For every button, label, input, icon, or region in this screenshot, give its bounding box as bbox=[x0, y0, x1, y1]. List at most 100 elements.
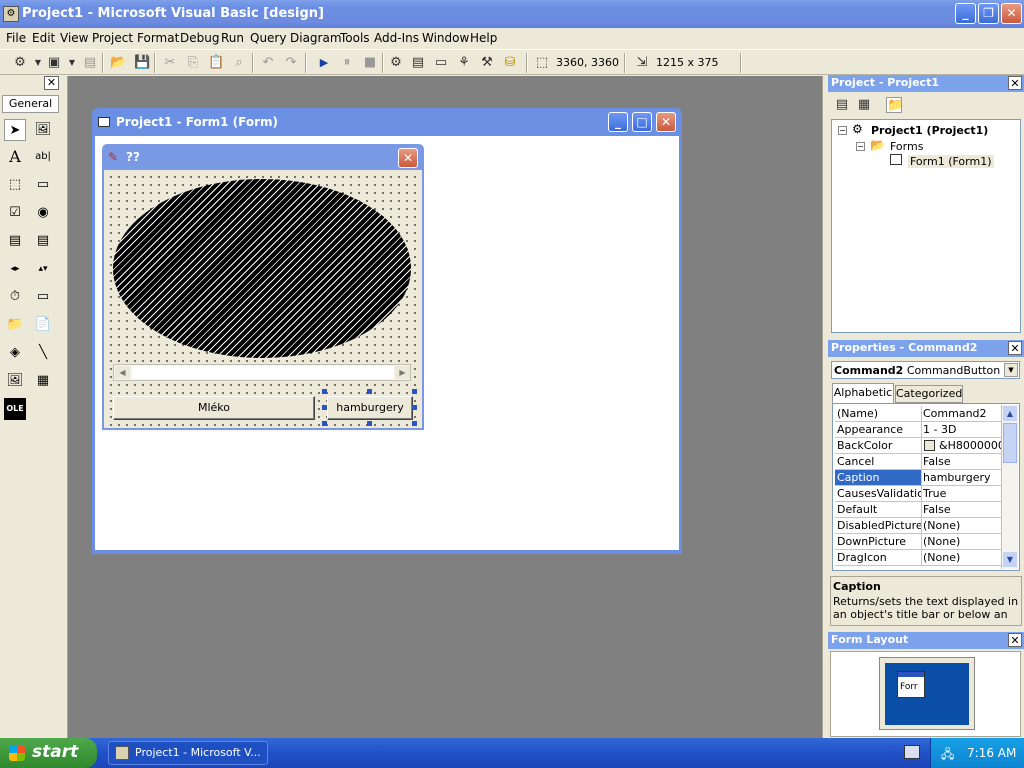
break-icon[interactable]: ⏸ bbox=[339, 55, 355, 71]
checkbox-icon[interactable]: ☑ bbox=[4, 202, 26, 224]
start-icon[interactable]: ▶ bbox=[316, 55, 332, 71]
menu-diagram[interactable]: Diagram bbox=[290, 31, 342, 45]
selection-handle[interactable] bbox=[412, 389, 417, 394]
dropdown-arrow-icon[interactable]: ▼ bbox=[64, 55, 80, 71]
form-layout-icon[interactable]: ▭ bbox=[433, 55, 449, 71]
ellipse-shape[interactable] bbox=[113, 179, 411, 358]
toolbox-tab-general[interactable]: General bbox=[2, 95, 59, 113]
project-explorer-icon[interactable]: ⚙ bbox=[388, 55, 404, 71]
drivelistbox-icon[interactable]: ▭ bbox=[32, 286, 54, 308]
dropdown-arrow-icon[interactable]: ▼ bbox=[30, 55, 46, 71]
scroll-right-icon[interactable]: ▶ bbox=[395, 366, 410, 379]
ole-icon[interactable]: OLE bbox=[4, 398, 26, 420]
chevron-down-icon[interactable]: ▼ bbox=[1004, 363, 1018, 377]
textbox-icon[interactable]: ab| bbox=[32, 146, 54, 168]
end-icon[interactable]: ■ bbox=[362, 55, 378, 71]
property-value[interactable]: False bbox=[923, 503, 1003, 516]
close-button[interactable]: ✕ bbox=[1001, 3, 1022, 24]
selection-handle[interactable] bbox=[412, 421, 417, 426]
image-icon[interactable]: 🖼 bbox=[4, 370, 26, 392]
taskbar-task-vb[interactable]: Project1 - Microsoft V... bbox=[108, 741, 268, 765]
properties-window-icon[interactable]: ▤ bbox=[410, 55, 426, 71]
property-row-selected[interactable]: Caption hamburgery bbox=[835, 470, 1001, 486]
keyboard-icon[interactable] bbox=[904, 745, 920, 759]
view-code-icon[interactable]: ▤ bbox=[834, 97, 850, 113]
combobox-icon[interactable]: ▤ bbox=[4, 230, 26, 252]
commandbutton-icon[interactable]: ▭ bbox=[32, 174, 54, 196]
undo-icon[interactable]: ↶ bbox=[260, 55, 276, 71]
property-value[interactable]: (None) bbox=[923, 551, 1003, 564]
dirlistbox-icon[interactable]: 📁 bbox=[4, 314, 26, 336]
menu-help[interactable]: Help bbox=[470, 31, 497, 45]
toggle-folders-icon[interactable]: 📁 bbox=[886, 97, 903, 113]
tree-collapse-icon[interactable]: − bbox=[856, 142, 865, 151]
view-object-icon[interactable]: ▦ bbox=[856, 97, 872, 113]
redo-icon[interactable]: ↷ bbox=[283, 55, 299, 71]
property-value[interactable]: hamburgery bbox=[923, 471, 1003, 484]
vb-app-icon[interactable]: ⚙ bbox=[3, 6, 19, 22]
property-row[interactable]: (Name) Command2 bbox=[835, 406, 1001, 422]
menu-format[interactable]: Format bbox=[137, 31, 179, 45]
toolbox-icon[interactable]: ⚒ bbox=[479, 55, 495, 71]
filelistbox-icon[interactable]: 📄 bbox=[32, 314, 54, 336]
listbox-icon[interactable]: ▤ bbox=[32, 230, 54, 252]
cut-icon[interactable]: ✂ bbox=[162, 55, 178, 71]
selection-handle[interactable] bbox=[367, 421, 372, 426]
selection-handle[interactable] bbox=[367, 389, 372, 394]
menu-view[interactable]: View bbox=[60, 31, 88, 45]
copy-icon[interactable]: ⎘ bbox=[185, 55, 201, 71]
menu-edit[interactable]: Edit bbox=[32, 31, 55, 45]
property-value[interactable]: Command2 bbox=[923, 407, 1003, 420]
property-value[interactable]: False bbox=[923, 455, 1003, 468]
object-browser-icon[interactable]: ⚘ bbox=[456, 55, 472, 71]
scroll-left-icon[interactable]: ◀ bbox=[115, 366, 130, 379]
menu-project[interactable]: Project bbox=[92, 31, 133, 45]
optionbutton-icon[interactable]: ◉ bbox=[32, 202, 54, 224]
main-title-bar[interactable]: ⚙ Project1 - Microsoft Visual Basic [des… bbox=[0, 0, 1024, 28]
save-project-icon[interactable]: 💾 bbox=[134, 55, 150, 71]
properties-panel-close-icon[interactable]: ✕ bbox=[1008, 341, 1022, 355]
property-row[interactable]: CausesValidationTrue bbox=[835, 486, 1001, 502]
project-panel-close-icon[interactable]: ✕ bbox=[1008, 76, 1022, 90]
selection-handle[interactable] bbox=[322, 405, 327, 410]
property-row[interactable]: DownPicture (None) bbox=[835, 534, 1001, 550]
property-row[interactable]: DisabledPicture (None) bbox=[835, 518, 1001, 534]
property-row[interactable]: Appearance 1 - 3D bbox=[835, 422, 1001, 438]
scroll-up-icon[interactable]: ▲ bbox=[1003, 406, 1017, 421]
toolbox-close-icon[interactable]: ✕ bbox=[44, 76, 59, 90]
property-value[interactable]: (None) bbox=[923, 519, 1003, 532]
scroll-thumb[interactable] bbox=[1003, 423, 1017, 463]
menu-debug[interactable]: Debug bbox=[180, 31, 219, 45]
vscrollbar-icon[interactable]: ▴▾ bbox=[32, 258, 54, 280]
horizontal-scrollbar[interactable]: ◀ ▶ bbox=[113, 364, 411, 381]
scroll-thumb[interactable] bbox=[132, 366, 394, 379]
menu-editor-icon[interactable]: ▤ bbox=[82, 55, 98, 71]
start-button[interactable]: start bbox=[0, 738, 97, 768]
data-view-icon[interactable]: ⛁ bbox=[502, 55, 518, 71]
menu-add-ins[interactable]: Add-Ins bbox=[374, 31, 419, 45]
tree-form1-item[interactable]: Form1 (Form1) bbox=[908, 155, 994, 168]
tree-forms-folder[interactable]: Forms bbox=[890, 140, 923, 153]
scroll-down-icon[interactable]: ▼ bbox=[1003, 552, 1017, 567]
restore-button[interactable]: ❐ bbox=[978, 3, 999, 24]
form-window-close-button[interactable]: ✕ bbox=[656, 112, 676, 132]
line-icon[interactable]: ╲ bbox=[32, 342, 54, 364]
property-row[interactable]: BackColor &H8000000F bbox=[835, 438, 1005, 454]
tab-alphabetic[interactable]: Alphabetic bbox=[832, 383, 894, 403]
command1-button[interactable]: Mléko bbox=[113, 396, 315, 420]
selection-handle[interactable] bbox=[412, 405, 417, 410]
menu-window[interactable]: Window bbox=[422, 31, 469, 45]
property-row[interactable]: Cancel False bbox=[835, 454, 1001, 470]
form-close-button[interactable]: ✕ bbox=[398, 148, 418, 168]
timer-icon[interactable]: ⏱ bbox=[4, 286, 26, 308]
open-project-icon[interactable]: 📂 bbox=[110, 55, 126, 71]
object-selector[interactable]: Command2 CommandButton ▼ bbox=[831, 361, 1020, 379]
form-window-maximize-button[interactable]: □ bbox=[632, 112, 652, 132]
property-row[interactable]: Default False bbox=[835, 502, 1001, 518]
property-value[interactable]: (None) bbox=[923, 535, 1003, 548]
tab-categorized[interactable]: Categorized bbox=[895, 385, 963, 403]
properties-vertical-scrollbar[interactable]: ▲ ▼ bbox=[1001, 405, 1018, 569]
add-project-icon[interactable]: ⚙ bbox=[12, 55, 28, 71]
selection-handle[interactable] bbox=[322, 421, 327, 426]
form-preview[interactable]: Forr bbox=[897, 671, 925, 698]
